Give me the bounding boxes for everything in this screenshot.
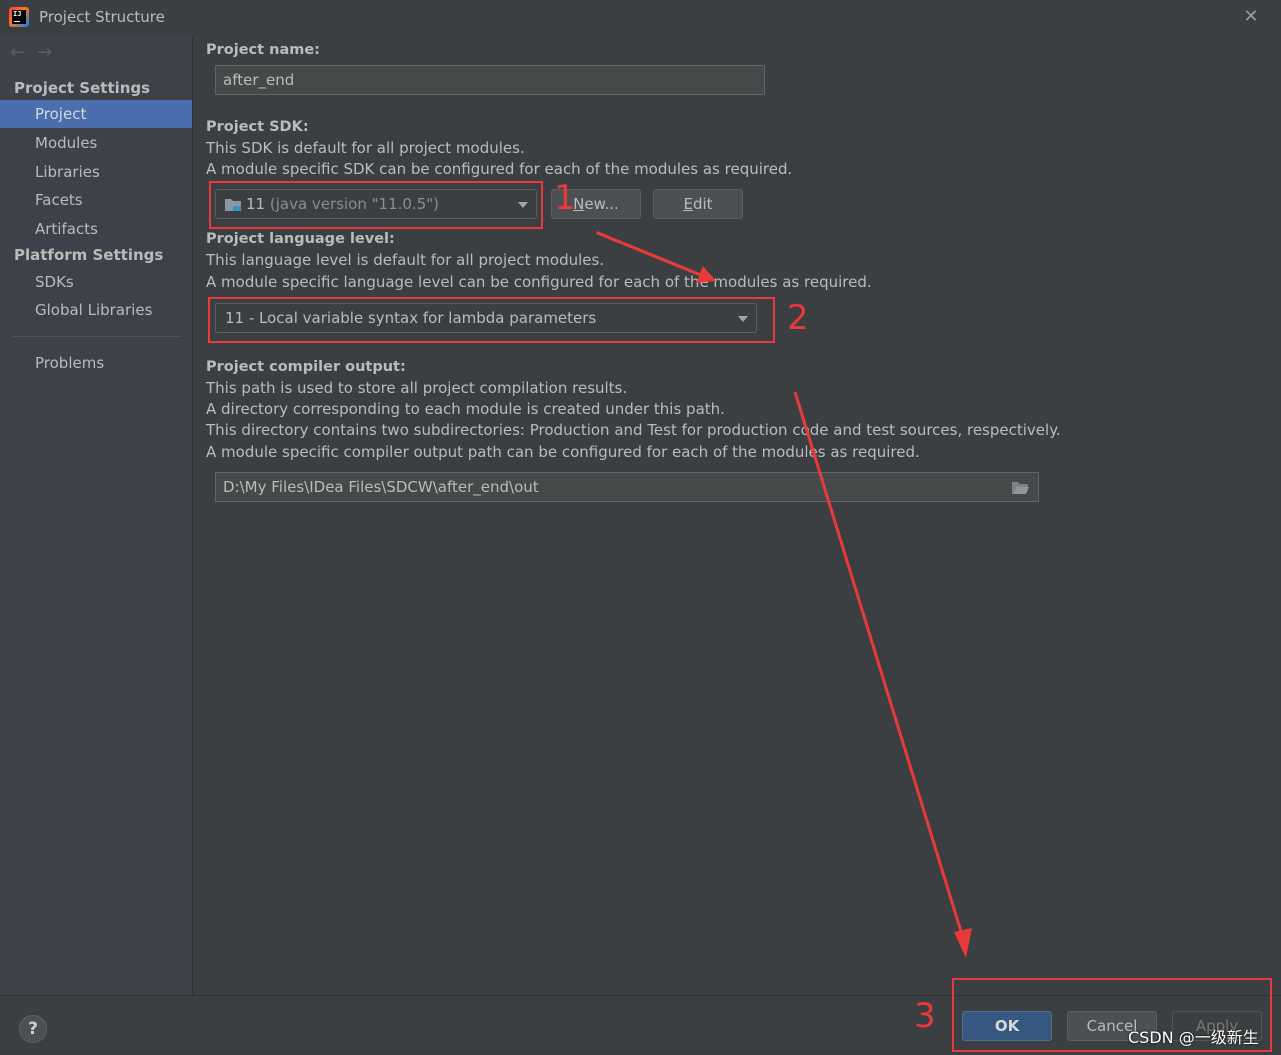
project-settings-panel: Project name: after_end Project SDK: Thi… xyxy=(193,36,1281,995)
cancel-button[interactable]: Cancel xyxy=(1067,1011,1157,1041)
dialog-footer: ? OK Cancel Apply xyxy=(0,995,1281,1055)
compiler-output-path-input[interactable]: D:\My Files\IDea Files\SDCW\after_end\ou… xyxy=(215,472,1039,502)
sidebar-item-modules[interactable]: Modules xyxy=(0,129,192,157)
compiler-output-label: Project compiler output: xyxy=(206,359,406,375)
project-name-input[interactable]: after_end xyxy=(215,65,765,95)
sidebar-item-artifacts[interactable]: Artifacts xyxy=(0,215,192,243)
sidebar-divider xyxy=(12,336,182,337)
sidebar-item-sdks[interactable]: SDKs xyxy=(0,268,192,296)
browse-folder-icon[interactable] xyxy=(1012,481,1029,494)
chevron-down-icon xyxy=(738,316,748,322)
annotation-number-1: 1 xyxy=(554,178,576,218)
language-level-dropdown[interactable]: 11 - Local variable syntax for lambda pa… xyxy=(215,303,757,333)
project-sdk-dropdown[interactable]: 11 (java version "11.0.5") xyxy=(215,189,537,219)
sdk-version-detail: (java version "11.0.5") xyxy=(269,195,439,213)
compiler-output-desc-2: A directory corresponding to each module… xyxy=(206,400,725,418)
close-icon[interactable]: ✕ xyxy=(1241,7,1261,27)
intellij-idea-icon: IJ xyxy=(9,7,29,27)
compiler-output-desc-4: A module specific compiler output path c… xyxy=(206,443,920,461)
project-sdk-desc-2: A module specific SDK can be configured … xyxy=(206,160,793,178)
compiler-output-path: D:\My Files\IDea Files\SDCW\after_end\ou… xyxy=(223,478,539,496)
project-sdk-desc-1: This SDK is default for all project modu… xyxy=(206,139,525,157)
sdk-version: 11 xyxy=(246,195,266,213)
history-navigation: ← → xyxy=(10,42,64,63)
sidebar-item-problems[interactable]: Problems xyxy=(0,349,192,377)
project-sdk-label: Project SDK: xyxy=(206,119,309,135)
window-title: Project Structure xyxy=(39,8,165,26)
language-level-desc-2: A module specific language level can be … xyxy=(206,273,872,291)
language-level-desc-1: This language level is default for all p… xyxy=(206,251,605,269)
sidebar-item-project[interactable]: Project xyxy=(0,100,192,128)
language-level-value: 11 - Local variable syntax for lambda pa… xyxy=(225,309,597,327)
section-heading-project-settings: Project Settings xyxy=(14,79,151,97)
annotation-number-2: 2 xyxy=(787,298,809,338)
help-button[interactable]: ? xyxy=(19,1015,47,1043)
apply-button[interactable]: Apply xyxy=(1172,1011,1262,1041)
annotation-number-3: 3 xyxy=(914,996,936,1036)
forward-arrow-icon[interactable]: → xyxy=(37,42,52,63)
sidebar-item-facets[interactable]: Facets xyxy=(0,186,192,214)
sidebar-item-libraries[interactable]: Libraries xyxy=(0,158,192,186)
section-heading-platform-settings: Platform Settings xyxy=(14,246,164,264)
compiler-output-desc-1: This path is used to store all project c… xyxy=(206,379,628,397)
sidebar: ← → Project Settings Project Modules Libr… xyxy=(0,36,193,995)
chevron-down-icon xyxy=(518,202,528,208)
language-level-label: Project language level: xyxy=(206,231,395,247)
title-bar: IJ Project Structure ✕ xyxy=(0,0,1281,36)
compiler-output-desc-3: This directory contains two subdirectori… xyxy=(206,421,1061,439)
sdk-folder-icon xyxy=(225,199,241,211)
ok-button[interactable]: OK xyxy=(962,1011,1052,1041)
sidebar-item-global-libraries[interactable]: Global Libraries xyxy=(0,296,192,324)
edit-sdk-button[interactable]: Edit xyxy=(653,189,743,219)
back-arrow-icon[interactable]: ← xyxy=(10,42,25,63)
project-name-label: Project name: xyxy=(206,42,320,58)
